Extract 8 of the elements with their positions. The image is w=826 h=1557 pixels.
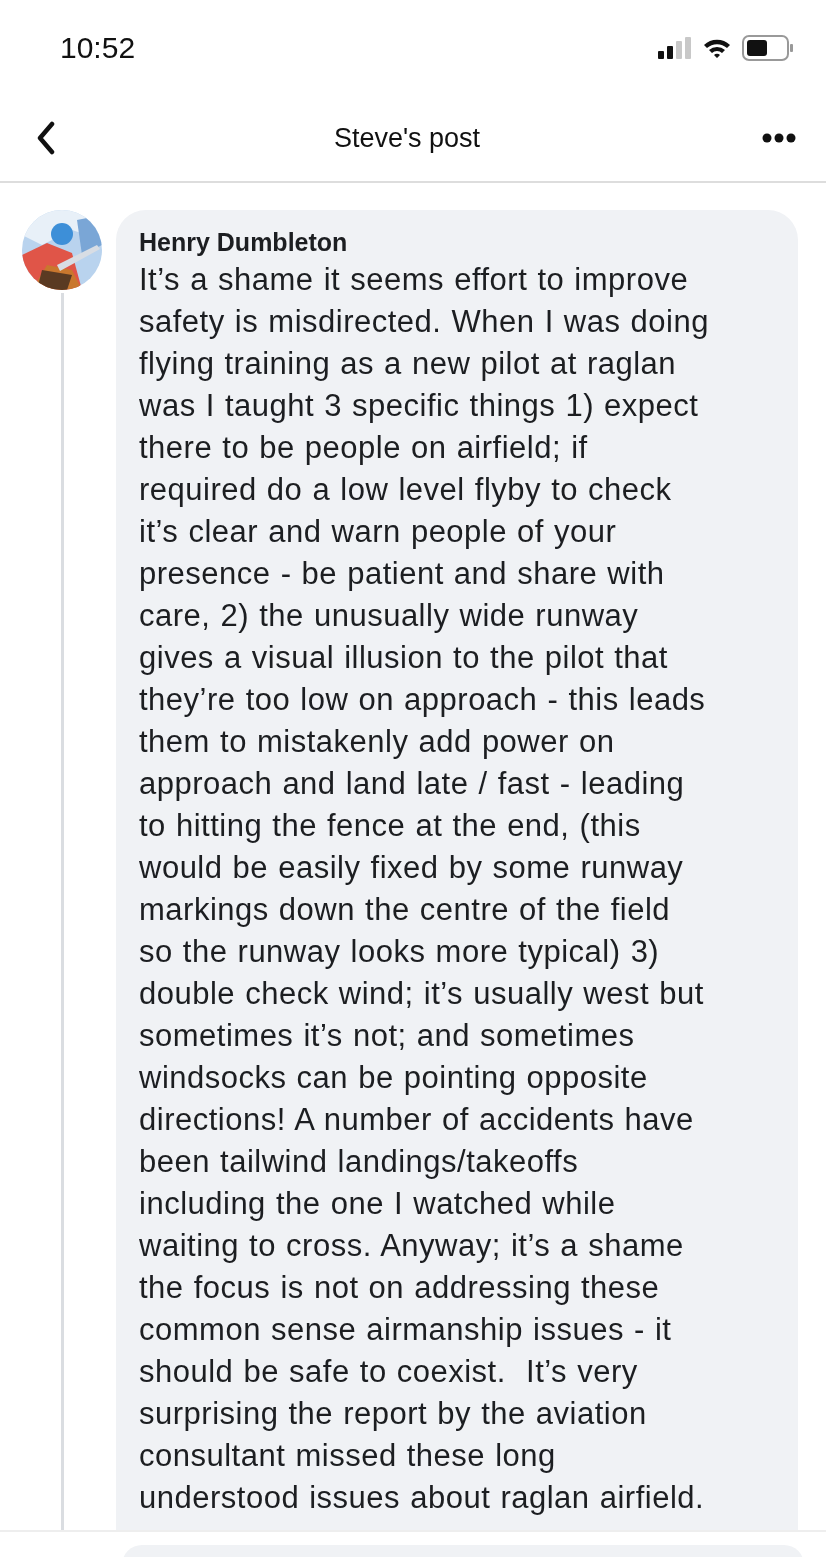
comment-text: It’s a shame it seems effort to improve safety is misdirected. When I was doing flying training as a new pilot at raglan was I taught 3 specific things 1) expect there to be people on airfield; if required do a low level flyby to check it’s clear and warn people of your presence - be patient and share with care, 2) the unusually wide runway gives a visual illusion to the pilot that they’re too low on approach - this leads them to mistakenly add power on approach and land late / fast - leading to hitting the fence at the end, (this would be easily fixed by some runway markings down the centre of the field so the runway looks more typical) 3) double check wind; it’s usually west but sometimes it’s not; and sometimes windsocks can be pointing opposite directions! A number of accidents have been tailwind landings/takeoffs including the one I watched while waiting to cross. Anyway; it’s a shame the focus is not on addressing these common sense airmanship issues - it should be safe to coexist. It’s very surprising the report by the aviation consultant missed these long understood issues about raglan airfield. [139, 261, 710, 1517]
post-title: Steve's post [333, 122, 481, 154]
battery-icon [742, 34, 794, 61]
comment-author[interactable]: Henry Dumbleton [139, 228, 788, 257]
status-time: 10:52 [60, 30, 136, 65]
signal-icon [658, 36, 692, 59]
more-options-icon[interactable] [762, 133, 796, 143]
back-icon[interactable] [36, 121, 56, 155]
